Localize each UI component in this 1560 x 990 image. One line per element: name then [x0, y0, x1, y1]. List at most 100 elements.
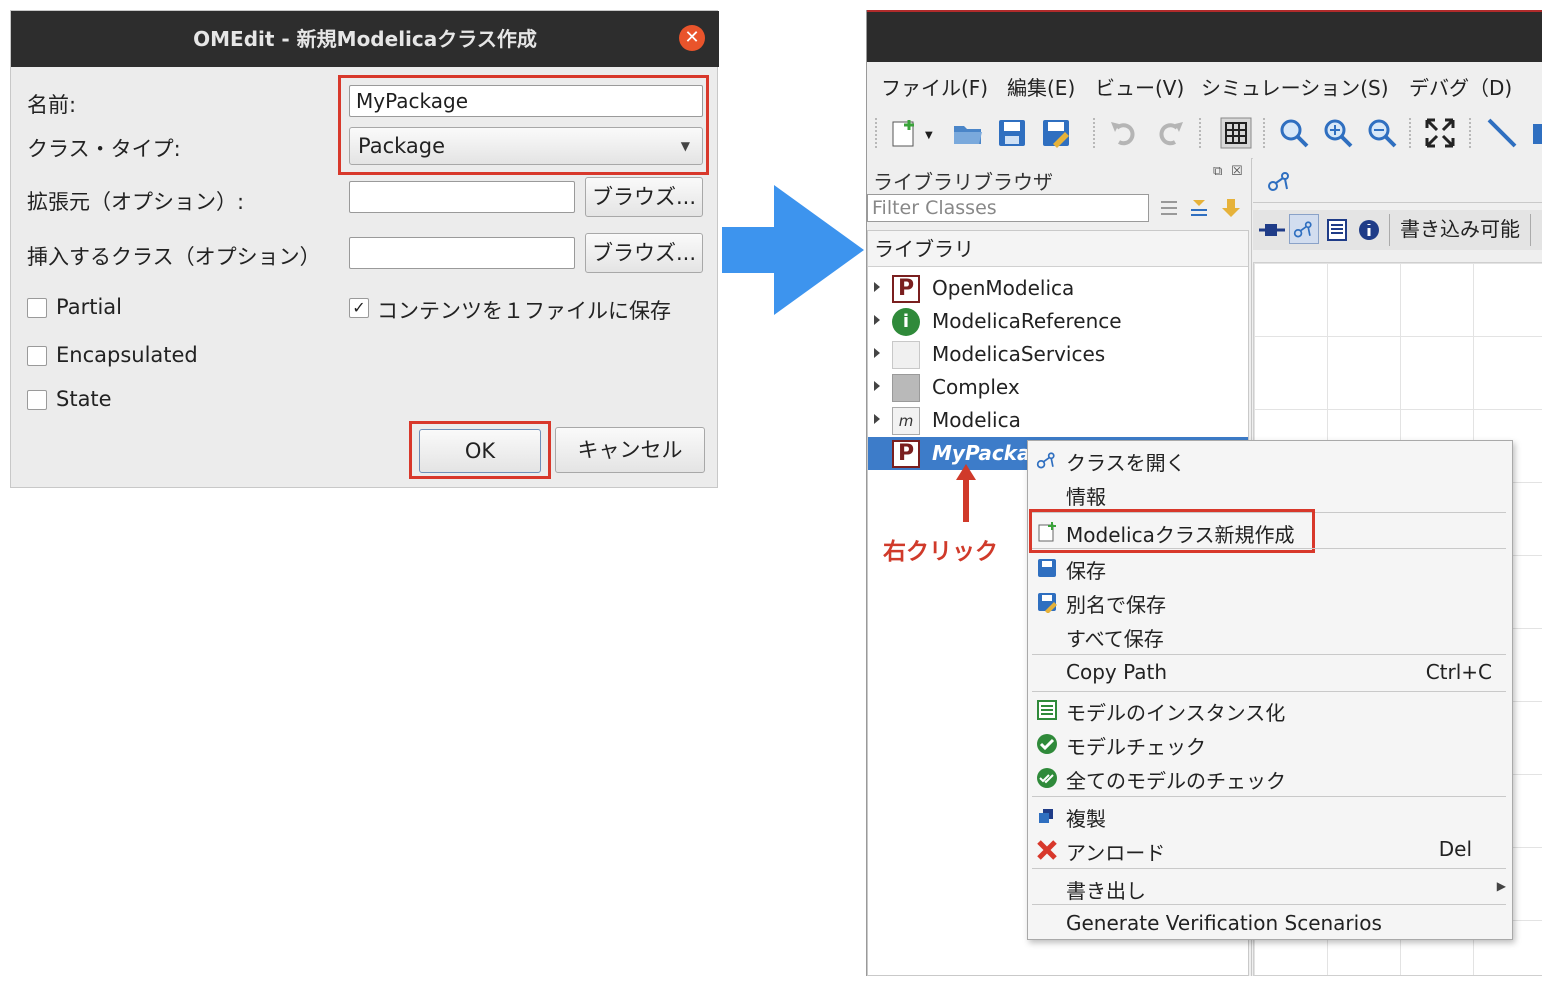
instantiate-icon: [1037, 700, 1057, 720]
zoom-out-icon[interactable]: [1365, 116, 1399, 150]
highlight-ok: [409, 421, 551, 479]
arrow-right-icon: [722, 185, 864, 315]
check-circle-icon: [1037, 734, 1057, 754]
text-view-icon[interactable]: [1325, 218, 1349, 242]
menu-separator: [1032, 904, 1506, 905]
panel-close-icon[interactable]: ☒: [1231, 164, 1243, 179]
library-browser-title: ライブラリブラウザ: [873, 170, 1053, 194]
panel-float-icon[interactable]: ⧉: [1213, 164, 1222, 179]
insert-input[interactable]: [349, 237, 575, 269]
zoom-icon[interactable]: [1277, 116, 1311, 150]
modelica-library-icon: m: [892, 407, 920, 435]
line-tool-icon[interactable]: [1485, 116, 1519, 150]
menu-item-check-all-models[interactable]: 全てのモデルのチェック: [1028, 761, 1512, 795]
expand-arrow-icon[interactable]: [874, 315, 880, 325]
tree-item-label: Complex: [932, 375, 1020, 399]
collapse-all-icon[interactable]: [1157, 196, 1181, 220]
save-as-icon[interactable]: [1039, 116, 1073, 150]
record-icon: [892, 374, 920, 402]
undo-icon[interactable]: [1107, 116, 1141, 150]
tree-item-modelicareference[interactable]: i ModelicaReference: [868, 305, 1248, 338]
menu-item-label: 情報: [1066, 485, 1106, 509]
new-class-dialog: OMEdit - 新規Modelicaクラス作成 ✕ 名前: MyPackage…: [10, 10, 719, 488]
zoom-in-icon[interactable]: [1321, 116, 1355, 150]
tree-item-label: ModelicaServices: [932, 342, 1106, 366]
menu-item-unload[interactable]: アンロード Del: [1028, 833, 1512, 867]
model-view-toolbar: 書き込み可能: [1253, 210, 1542, 250]
menu-item-save[interactable]: 保存: [1028, 551, 1512, 585]
menu-separator: [1032, 691, 1506, 692]
right-click-annotation: 右クリック: [883, 539, 998, 565]
tree-item-openmodelica[interactable]: P OpenModelica: [868, 272, 1248, 305]
open-folder-icon[interactable]: [951, 116, 985, 150]
diagram-view-icon: [1036, 452, 1055, 469]
save-icon[interactable]: [995, 116, 1029, 150]
menu-item-check-model[interactable]: モデルチェック: [1028, 727, 1512, 761]
menu-file[interactable]: ファイル(F): [881, 72, 988, 101]
grid-icon[interactable]: [1219, 116, 1253, 150]
menu-item-generate-verification[interactable]: Generate Verification Scenarios: [1028, 907, 1512, 941]
menu-item-export[interactable]: 書き出し ▶: [1028, 871, 1512, 905]
tree-item-complex[interactable]: Complex: [868, 371, 1248, 404]
toolbar: ▼: [867, 108, 1542, 159]
check-all-icon: [1037, 768, 1057, 788]
save-one-file-checkbox[interactable]: ✓: [349, 298, 369, 318]
redo-icon[interactable]: [1153, 116, 1187, 150]
menu-item-label: Generate Verification Scenarios: [1066, 911, 1382, 935]
expand-all-icon[interactable]: [1187, 196, 1211, 220]
info-icon: i: [892, 308, 920, 336]
tree-item-modelicaservices[interactable]: ModelicaServices: [868, 338, 1248, 371]
close-icon[interactable]: ✕: [679, 25, 705, 51]
partial-checkbox[interactable]: [27, 298, 47, 318]
menu-item-save-all[interactable]: すべて保存: [1028, 619, 1512, 653]
extends-browse-button[interactable]: ブラウズ...: [585, 177, 703, 217]
chevron-right-icon: ▶: [1496, 879, 1506, 893]
menu-item-save-as[interactable]: 別名で保存: [1028, 585, 1512, 619]
rectangle-tool-icon[interactable]: [1529, 116, 1542, 150]
expand-arrow-icon[interactable]: [874, 381, 880, 391]
expand-arrow-icon[interactable]: [874, 348, 880, 358]
new-file-icon[interactable]: [887, 116, 921, 150]
tree-item-modelica[interactable]: m Modelica: [868, 404, 1248, 437]
menu-bar: ファイル(F) 編集(E) ビュー(V) シミュレーション(S) デバグ（D): [867, 62, 1542, 108]
fit-to-window-icon[interactable]: [1423, 116, 1457, 150]
menu-item-label: モデルチェック: [1066, 735, 1206, 759]
arrow-down-icon[interactable]: [1219, 196, 1243, 220]
encapsulated-checkbox[interactable]: [27, 346, 47, 366]
menu-item-instantiate[interactable]: モデルのインスタンス化: [1028, 693, 1512, 727]
highlight-name-type: [338, 75, 709, 175]
class-type-label: クラス・タイプ:: [27, 137, 181, 161]
insert-label: 挿入するクラス（オプション）: [27, 245, 321, 269]
icon-view-icon[interactable]: [1259, 218, 1285, 242]
chevron-down-icon[interactable]: ▼: [925, 130, 933, 141]
menu-item-open-class[interactable]: クラスを開く: [1028, 443, 1512, 477]
menu-view[interactable]: ビュー(V): [1095, 72, 1184, 101]
menu-item-copy-path[interactable]: Copy Path Ctrl+C: [1028, 656, 1512, 690]
expand-arrow-icon[interactable]: [874, 414, 880, 424]
menu-debug[interactable]: デバグ（D): [1409, 72, 1512, 101]
documentation-view-icon[interactable]: [1357, 218, 1381, 242]
diagram-view-button[interactable]: [1289, 214, 1319, 244]
menu-item-label: 保存: [1066, 559, 1106, 583]
dialog-title: OMEdit - 新規Modelicaクラス作成: [11, 11, 719, 67]
menu-separator: [1032, 868, 1506, 869]
menu-item-info[interactable]: 情報: [1028, 477, 1512, 511]
expand-arrow-icon[interactable]: [874, 282, 880, 292]
menu-edit[interactable]: 編集(E): [1007, 72, 1075, 101]
menu-item-label: 全てのモデルのチェック: [1066, 769, 1286, 793]
state-checkbox[interactable]: [27, 390, 47, 410]
insert-browse-button[interactable]: ブラウズ...: [585, 233, 703, 273]
menu-separator: [1032, 654, 1506, 655]
menu-separator: [1032, 796, 1506, 797]
cancel-button[interactable]: キャンセル: [555, 427, 705, 473]
duplicate-icon: [1039, 809, 1053, 823]
extends-input[interactable]: [349, 181, 575, 213]
filter-classes-input[interactable]: Filter Classes: [867, 194, 1149, 222]
encapsulated-label: Encapsulated: [56, 343, 198, 367]
partial-label: Partial: [56, 295, 122, 319]
diagram-view-icon[interactable]: [1267, 170, 1293, 192]
menu-item-label: Copy Path: [1066, 660, 1168, 684]
menu-simulation[interactable]: シミュレーション(S): [1201, 72, 1389, 101]
menu-item-duplicate[interactable]: 複製: [1028, 799, 1512, 833]
extends-label: 拡張元（オプション）:: [27, 190, 245, 214]
